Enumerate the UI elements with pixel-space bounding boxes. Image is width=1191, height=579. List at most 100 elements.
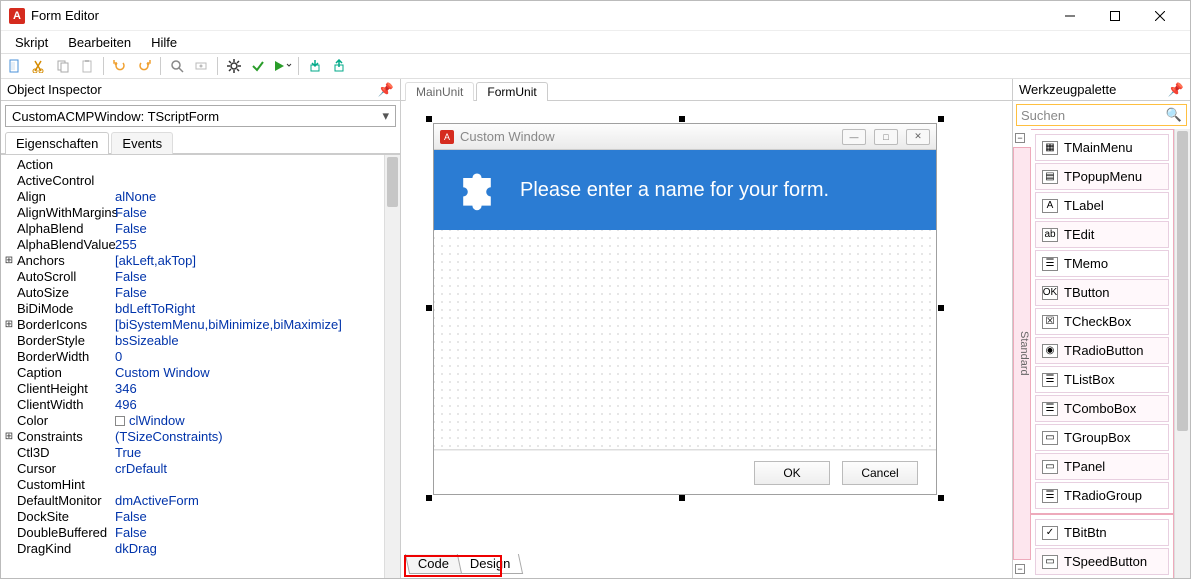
tool-tmainmenu[interactable]: ▦TMainMenu — [1035, 134, 1169, 161]
property-name[interactable]: Caption — [15, 365, 115, 381]
property-name[interactable]: Color — [15, 413, 115, 429]
property-value[interactable]: alNone — [115, 189, 398, 205]
collapse-icon[interactable]: − — [1015, 564, 1025, 574]
paste-icon[interactable] — [77, 56, 97, 76]
check-icon[interactable] — [248, 56, 268, 76]
expand-icon[interactable]: ⊞ — [3, 253, 15, 269]
expand-icon[interactable]: ⊞ — [3, 317, 15, 333]
maximize-button[interactable] — [1092, 2, 1137, 30]
expand-icon[interactable]: ⊞ — [3, 429, 15, 445]
tool-tpopupmenu[interactable]: ▤TPopupMenu — [1035, 163, 1169, 190]
palette-search[interactable]: Suchen 🔍 — [1016, 104, 1187, 126]
property-name[interactable]: Align — [15, 189, 115, 205]
property-value[interactable] — [115, 157, 398, 173]
tool-tbitbtn[interactable]: ✓TBitBtn — [1035, 519, 1169, 546]
property-name[interactable]: BiDiMode — [15, 301, 115, 317]
minimize-button[interactable] — [1047, 2, 1092, 30]
property-value[interactable]: 496 — [115, 397, 398, 413]
tool-tlistbox[interactable]: ☰TListBox — [1035, 366, 1169, 393]
design-canvas[interactable]: A Custom Window — □ ✕ Please enter a nam… — [401, 101, 1012, 578]
tool-tpanel[interactable]: ▭TPanel — [1035, 453, 1169, 480]
export-icon[interactable] — [329, 56, 349, 76]
ok-button[interactable]: OK — [754, 461, 830, 485]
property-name[interactable]: CustomHint — [15, 477, 115, 493]
undo-icon[interactable] — [110, 56, 130, 76]
property-value[interactable]: dkDrag — [115, 541, 398, 557]
property-value[interactable] — [115, 173, 398, 189]
close-button[interactable] — [1137, 2, 1182, 30]
property-name[interactable]: Anchors — [15, 253, 115, 269]
property-name[interactable]: Action — [15, 157, 115, 173]
property-value[interactable]: False — [115, 269, 398, 285]
tool-tgroupbox[interactable]: ▭TGroupBox — [1035, 424, 1169, 451]
menu-hilfe[interactable]: Hilfe — [141, 33, 187, 52]
component-selector[interactable]: CustomACMPWindow: TScriptForm ▾ — [5, 105, 396, 127]
property-name[interactable]: DoubleBuffered — [15, 525, 115, 541]
property-value[interactable]: dmActiveForm — [115, 493, 398, 509]
bottom-tab-design[interactable]: Design — [457, 554, 524, 574]
property-value[interactable]: Custom Window — [115, 365, 398, 381]
property-value[interactable]: False — [115, 509, 398, 525]
property-name[interactable]: ClientHeight — [15, 381, 115, 397]
settings-icon[interactable] — [224, 56, 244, 76]
scrollbar[interactable] — [384, 155, 400, 578]
bottom-tab-code[interactable]: Code — [405, 554, 462, 574]
pin-icon[interactable]: 📌 — [378, 82, 394, 98]
property-value[interactable]: False — [115, 221, 398, 237]
property-value[interactable]: 255 — [115, 237, 398, 253]
property-name[interactable]: AlphaBlend — [15, 221, 115, 237]
tool-tradiogroup[interactable]: ☰TRadioGroup — [1035, 482, 1169, 509]
form-client-area[interactable] — [434, 230, 936, 450]
property-name[interactable]: DragKind — [15, 541, 115, 557]
property-value[interactable]: bdLeftToRight — [115, 301, 398, 317]
pin-icon[interactable]: 📌 — [1168, 82, 1184, 98]
tool-tcheckbox[interactable]: ☒TCheckBox — [1035, 308, 1169, 335]
redo-icon[interactable] — [134, 56, 154, 76]
tool-tlabel[interactable]: ATLabel — [1035, 192, 1169, 219]
menu-skript[interactable]: Skript — [5, 33, 58, 52]
tab-events[interactable]: Events — [111, 132, 173, 154]
tool-tedit[interactable]: abTEdit — [1035, 221, 1169, 248]
property-grid[interactable]: ActionActiveControlAlignalNoneAlignWithM… — [1, 155, 400, 559]
copy-icon[interactable] — [53, 56, 73, 76]
property-value[interactable]: 0 — [115, 349, 398, 365]
scrollbar[interactable] — [1174, 129, 1190, 578]
property-value[interactable] — [115, 477, 398, 493]
tool-tbutton[interactable]: OKTButton — [1035, 279, 1169, 306]
property-name[interactable]: DefaultMonitor — [15, 493, 115, 509]
property-name[interactable]: AutoScroll — [15, 269, 115, 285]
cut-icon[interactable] — [29, 56, 49, 76]
property-value[interactable]: bsSizeable — [115, 333, 398, 349]
property-name[interactable]: BorderStyle — [15, 333, 115, 349]
property-name[interactable]: DockSite — [15, 509, 115, 525]
property-name[interactable]: AlphaBlendValue — [15, 237, 115, 253]
property-name[interactable]: AutoSize — [15, 285, 115, 301]
search-icon[interactable] — [167, 56, 187, 76]
tab-mainunit[interactable]: MainUnit — [405, 82, 474, 101]
tool-tcombobox[interactable]: ☰TComboBox — [1035, 395, 1169, 422]
tool-tradiobutton[interactable]: ◉TRadioButton — [1035, 337, 1169, 364]
property-value[interactable]: False — [115, 285, 398, 301]
menu-bearbeiten[interactable]: Bearbeiten — [58, 33, 141, 52]
property-value[interactable]: False — [115, 205, 398, 221]
import-icon[interactable] — [305, 56, 325, 76]
property-name[interactable]: ClientWidth — [15, 397, 115, 413]
property-name[interactable]: AlignWithMargins — [15, 205, 115, 221]
watch-icon[interactable] — [191, 56, 211, 76]
property-name[interactable]: BorderWidth — [15, 349, 115, 365]
property-value[interactable]: [biSystemMenu,biMinimize,biMaximize] — [115, 317, 398, 333]
cancel-button[interactable]: Cancel — [842, 461, 918, 485]
property-value[interactable]: 346 — [115, 381, 398, 397]
property-value[interactable]: False — [115, 525, 398, 541]
property-value[interactable]: crDefault — [115, 461, 398, 477]
run-icon[interactable] — [272, 56, 292, 76]
property-name[interactable]: Cursor — [15, 461, 115, 477]
designed-form[interactable]: A Custom Window — □ ✕ Please enter a nam… — [433, 123, 937, 495]
category-standard[interactable]: Standard — [1013, 147, 1031, 560]
property-name[interactable]: Constraints — [15, 429, 115, 445]
tool-tmemo[interactable]: ☰TMemo — [1035, 250, 1169, 277]
property-name[interactable]: Ctl3D — [15, 445, 115, 461]
property-value[interactable]: True — [115, 445, 398, 461]
property-value[interactable]: [akLeft,akTop] — [115, 253, 398, 269]
tab-formunit[interactable]: FormUnit — [476, 82, 547, 101]
